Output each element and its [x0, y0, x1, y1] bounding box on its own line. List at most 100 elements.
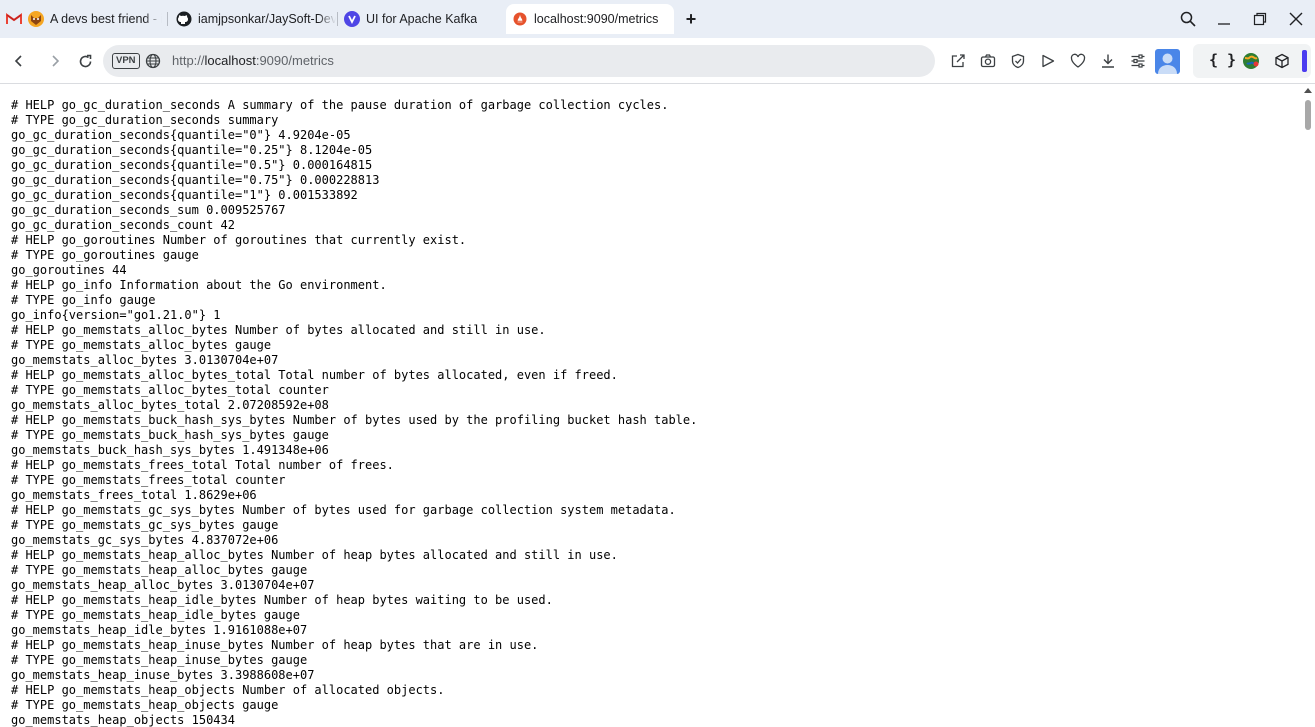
extensions-button[interactable] — [1273, 52, 1291, 70]
metrics-line: go_memstats_alloc_bytes_total 2.07208592… — [11, 398, 329, 412]
metrics-line: go_memstats_frees_total 1.8629e+06 — [11, 488, 257, 502]
tab-fade — [144, 5, 162, 33]
metrics-line: go_goroutines 44 — [11, 263, 127, 277]
tab-devs-best-friend[interactable]: A devs best friend - ia — [0, 5, 162, 33]
github-icon — [176, 11, 192, 27]
address-bar[interactable]: VPN http://localhost:9090/metrics — [103, 45, 935, 77]
tab-localhost-metrics[interactable]: localhost:9090/metrics — [506, 4, 674, 34]
minimize-icon — [1218, 23, 1230, 25]
metrics-line: # TYPE go_goroutines gauge — [11, 248, 199, 262]
metrics-line: go_memstats_heap_alloc_bytes 3.0130704e+… — [11, 578, 315, 592]
reload-button[interactable] — [75, 51, 95, 71]
metrics-line: go_gc_duration_seconds_sum 0.009525767 — [11, 203, 286, 217]
extension-earth-button[interactable] — [1241, 51, 1261, 71]
play-icon — [1042, 54, 1055, 68]
forward-button[interactable] — [45, 51, 65, 71]
metrics-line: # TYPE go_info gauge — [11, 293, 156, 307]
tab-github-jaysoft[interactable]: iamjpsonkar/JaySoft-DevE — [170, 5, 336, 33]
downloads-button[interactable] — [1099, 52, 1117, 70]
fox-favicon-icon — [28, 11, 44, 27]
adblock-button[interactable] — [1009, 52, 1027, 70]
browser-toolbar: VPN http://localhost:9090/metrics { } — [0, 38, 1315, 84]
shield-icon — [1011, 53, 1025, 69]
metrics-line: go_memstats_heap_objects 150434 — [11, 713, 235, 727]
metrics-line: # TYPE go_memstats_gc_sys_bytes gauge — [11, 518, 279, 532]
metrics-line: # TYPE go_memstats_heap_inuse_bytes gaug… — [11, 653, 308, 667]
scroll-up-arrow-icon[interactable] — [1304, 88, 1312, 93]
share-button[interactable] — [949, 52, 967, 70]
gmail-icon — [6, 11, 22, 27]
prometheus-favicon-icon — [512, 11, 528, 27]
metrics-line: # HELP go_memstats_heap_alloc_bytes Numb… — [11, 548, 618, 562]
scrollbar-thumb[interactable] — [1305, 100, 1311, 130]
json-formatter-extension[interactable]: { } — [1209, 51, 1236, 69]
search-icon — [1180, 11, 1196, 27]
metrics-line: go_gc_duration_seconds{quantile="0.5"} 0… — [11, 158, 373, 172]
globe-icon — [145, 53, 161, 69]
download-icon — [1102, 54, 1114, 68]
metrics-line: go_gc_duration_seconds{quantile="0.25"} … — [11, 143, 373, 157]
metrics-line: go_gc_duration_seconds{quantile="1"} 0.0… — [11, 188, 358, 202]
metrics-line: go_info{version="go1.21.0"} 1 — [11, 308, 221, 322]
my-flow-button[interactable] — [1069, 52, 1087, 70]
page-content: # HELP go_gc_duration_seconds A summary … — [0, 84, 1315, 727]
tab-ui-for-kafka[interactable]: UI for Apache Kafka — [338, 5, 504, 33]
vpn-badge[interactable]: VPN — [112, 53, 140, 69]
tab-divider — [167, 12, 168, 26]
metrics-line: # HELP go_memstats_heap_idle_bytes Numbe… — [11, 593, 553, 607]
tab-label: UI for Apache Kafka — [366, 12, 478, 26]
player-button[interactable] — [1039, 52, 1057, 70]
metrics-line: # TYPE go_memstats_alloc_bytes_total cou… — [11, 383, 329, 397]
metrics-line: # HELP go_memstats_buck_hash_sys_bytes N… — [11, 413, 698, 427]
tab-strip: A devs best friend - ia iamjpsonkar/JayS… — [0, 0, 1315, 38]
cube-icon — [1275, 53, 1289, 69]
tab-fade — [318, 5, 336, 33]
reload-icon — [79, 54, 91, 67]
settings-icon — [1131, 54, 1145, 68]
metrics-line: # HELP go_info Information about the Go … — [11, 278, 387, 292]
sidebar-toggle-button[interactable] — [1302, 50, 1307, 72]
metrics-line: # TYPE go_memstats_frees_total counter — [11, 473, 286, 487]
kafka-ui-icon — [344, 11, 360, 27]
profile-avatar[interactable] — [1155, 49, 1180, 74]
metrics-line: # TYPE go_memstats_heap_alloc_bytes gaug… — [11, 563, 308, 577]
metrics-line: go_memstats_alloc_bytes 3.0130704e+07 — [11, 353, 279, 367]
new-tab-button[interactable]: + — [682, 10, 700, 28]
share-icon — [951, 54, 965, 68]
earth-extension-icon — [1243, 53, 1259, 69]
camera-icon — [980, 54, 996, 68]
metrics-line: # HELP go_gc_duration_seconds A summary … — [11, 98, 669, 112]
metrics-line: # TYPE go_memstats_buck_hash_sys_bytes g… — [11, 428, 329, 442]
metrics-line: # HELP go_memstats_gc_sys_bytes Number o… — [11, 503, 676, 517]
heart-icon — [1070, 53, 1086, 68]
metrics-line: go_memstats_buck_hash_sys_bytes 1.491348… — [11, 443, 329, 457]
metrics-line: go_gc_duration_seconds{quantile="0.75"} … — [11, 173, 380, 187]
metrics-text: # HELP go_gc_duration_seconds A summary … — [11, 98, 697, 727]
back-button[interactable] — [9, 51, 29, 71]
url-host: localhost — [204, 53, 256, 68]
metrics-line: # HELP go_memstats_heap_inuse_bytes Numb… — [11, 638, 539, 652]
easy-setup-button[interactable] — [1129, 52, 1147, 70]
tab-label: iamjpsonkar/JaySoft-DevE — [198, 12, 336, 26]
url-path: :9090/metrics — [255, 53, 334, 68]
metrics-line: go_gc_duration_seconds{quantile="0"} 4.9… — [11, 128, 351, 142]
metrics-line: go_gc_duration_seconds_count 42 — [11, 218, 235, 232]
metrics-line: # TYPE go_memstats_alloc_bytes gauge — [11, 338, 272, 352]
restore-button[interactable] — [1249, 8, 1271, 30]
snapshot-button[interactable] — [979, 52, 997, 70]
metrics-line: # TYPE go_memstats_heap_idle_bytes gauge — [11, 608, 300, 622]
minimize-button[interactable] — [1213, 8, 1235, 30]
search-tabs-button[interactable] — [1177, 8, 1199, 30]
close-icon — [1289, 12, 1303, 26]
metrics-line: # HELP go_goroutines Number of goroutine… — [11, 233, 467, 247]
metrics-line: # TYPE go_gc_duration_seconds summary — [11, 113, 279, 127]
url-scheme: http:// — [172, 53, 205, 68]
url-text[interactable]: http://localhost:9090/metrics — [172, 53, 334, 68]
metrics-line: go_memstats_heap_idle_bytes 1.9161088e+0… — [11, 623, 308, 637]
metrics-line: # TYPE go_memstats_heap_objects gauge — [11, 698, 279, 712]
vertical-scrollbar[interactable] — [1300, 84, 1315, 727]
close-window-button[interactable] — [1285, 8, 1307, 30]
metrics-line: go_memstats_gc_sys_bytes 4.837072e+06 — [11, 533, 279, 547]
metrics-line: # HELP go_memstats_alloc_bytes Number of… — [11, 323, 546, 337]
metrics-line: # HELP go_memstats_frees_total Total num… — [11, 458, 394, 472]
